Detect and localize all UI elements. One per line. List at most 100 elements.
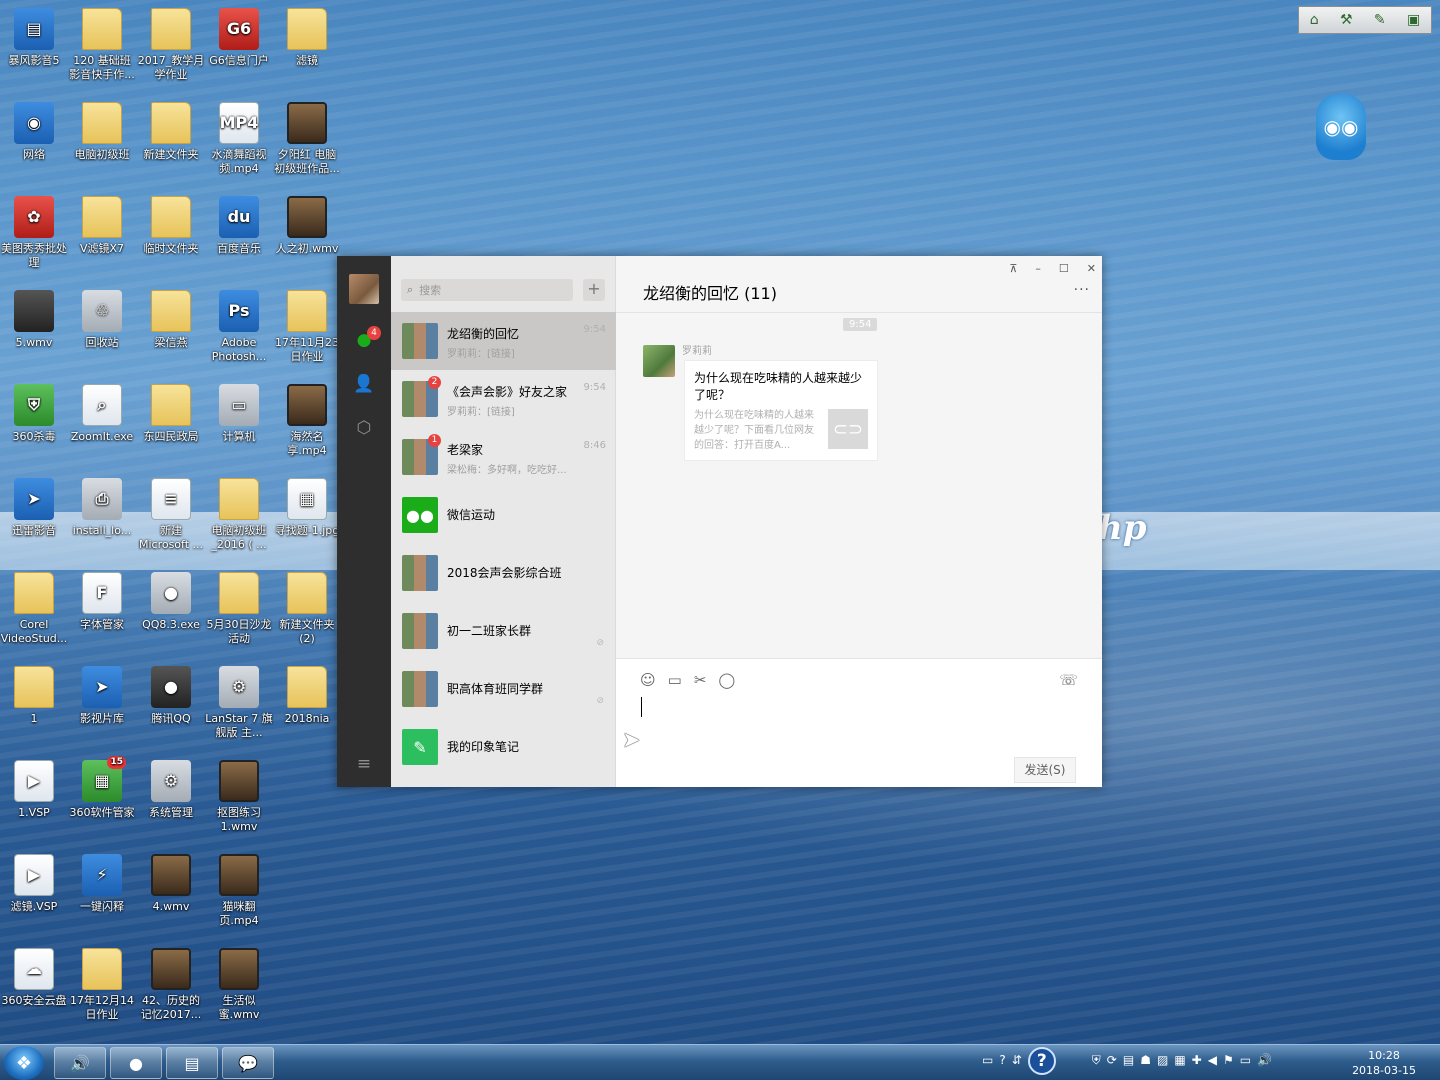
pencil-icon[interactable]: ✎ [1374, 12, 1386, 28]
message-input-area[interactable]: ☺ ▭ ✂ ◯ ☏ 发送(S) [616, 658, 1102, 787]
desktop-icon[interactable]: 120 基础班影音快手作... [68, 4, 136, 82]
tray-icon[interactable]: ⇵ [1012, 1053, 1022, 1075]
desktop-icon[interactable]: 17年12月14日作业 [68, 944, 136, 1022]
desktop-icon[interactable]: 5月30日沙龙活动 [205, 568, 273, 646]
desktop-icon[interactable]: V滤镜X7 [68, 192, 136, 256]
tray-icon[interactable]: ▤ [1123, 1053, 1134, 1075]
favorites-icon[interactable]: ⬡ [352, 416, 376, 440]
desktop-icon[interactable]: 4.wmv [137, 850, 205, 914]
tray-icon[interactable]: ▦ [1174, 1053, 1185, 1075]
my-avatar[interactable] [349, 274, 379, 304]
conversation-item[interactable]: ✎ 我的印象笔记 [391, 718, 616, 776]
taskbar-wechat-app[interactable]: 💬 [222, 1047, 274, 1079]
desktop-icon[interactable]: ▭ 计算机 [205, 380, 273, 444]
voice-call-icon[interactable]: ☏ [1059, 671, 1078, 689]
minimize-icon[interactable]: – [1035, 262, 1041, 275]
conversation-item[interactable]: 初一二班家长群 ⊘ [391, 602, 616, 660]
taskbar-explorer-app[interactable]: ▤ [166, 1047, 218, 1079]
desktop-icon[interactable]: ◉ 网络 [0, 98, 68, 162]
more-icon[interactable]: ··· [1074, 282, 1090, 298]
chat-history-icon[interactable]: ◯ [718, 671, 735, 689]
conversation-item[interactable]: 1 老梁家 8:46 梁松梅：多好啊，吃吃好... [391, 428, 616, 486]
contacts-icon[interactable]: 👤 [352, 372, 376, 396]
tray-icon[interactable]: ▭ [982, 1053, 993, 1075]
taskbar-recorder-app[interactable]: ● [110, 1047, 162, 1079]
add-chat-button[interactable]: + [583, 279, 605, 301]
desktop-icon[interactable]: 猫咪翻页.mp4 [205, 850, 273, 928]
conversation-item[interactable]: ●● 微信运动 [391, 486, 616, 544]
desktop-icon[interactable]: ⚙ 系统管理 [137, 756, 205, 820]
sender-avatar[interactable] [643, 345, 675, 377]
desktop-icon[interactable]: ✿ 美图秀秀批处理 [0, 192, 68, 270]
pin-icon[interactable]: ⊼ [1009, 262, 1017, 275]
desktop-icon[interactable]: ● QQ8.3.exe [137, 568, 205, 632]
volume-icon[interactable]: 🔊 [1257, 1053, 1272, 1075]
desktop-icon[interactable]: 42、历史的记忆2017... [137, 944, 205, 1022]
desktop-icon[interactable]: ▶ 滤镜.VSP [0, 850, 68, 914]
conversation-item[interactable]: 2018会声会影综合班 [391, 544, 616, 602]
assistant-robot-icon[interactable]: ◉◉ [1316, 94, 1366, 160]
desktop-icon[interactable]: MP4 水滴舞蹈视频.mp4 [205, 98, 273, 176]
tray-icon[interactable]: ⛨ [1092, 1053, 1101, 1075]
tray-icon[interactable]: ☗ [1140, 1053, 1151, 1075]
help-icon[interactable]: ? [1027, 1047, 1056, 1075]
desktop-icon[interactable]: ⌕ ZoomIt.exe [68, 380, 136, 444]
desktop-icon[interactable]: ● 腾讯QQ [137, 662, 205, 726]
tray-icon[interactable]: ✚ [1192, 1053, 1202, 1075]
tray-icon[interactable]: ? [999, 1053, 1005, 1075]
desktop-icon[interactable]: ♲ 回收站 [68, 286, 136, 350]
desktop-icon[interactable]: F 字体管家 [68, 568, 136, 632]
desktop-icon[interactable]: 新建文件夹 (2) [273, 568, 341, 646]
desktop-icon[interactable]: 东四民政局 [137, 380, 205, 444]
conversation-item[interactable]: 龙绍衡的回忆 9:54 罗莉莉：[链接] [391, 312, 616, 370]
link-card-message[interactable]: 为什么现在吃味精的人越来越少了呢？ 为什么现在吃味精的人越来越少了呢？下面看几位… [684, 360, 878, 461]
desktop-icon[interactable]: 电脑初级班 [68, 98, 136, 162]
send-button[interactable]: 发送(S) [1014, 757, 1076, 783]
desktop-icon[interactable]: 梁信燕 [137, 286, 205, 350]
desktop-icon[interactable]: ▤ 暴风影音5 [0, 4, 68, 68]
start-button[interactable]: ❖ [4, 1046, 44, 1080]
desktop-icon[interactable]: ▶ 1.VSP [0, 756, 68, 820]
desktop-icon[interactable]: 电脑初级班 _2016 ( ... [205, 474, 273, 552]
desktop-icon[interactable]: ≡ 新建 Microsoft ... [137, 474, 205, 552]
emoji-icon[interactable]: ☺ [640, 671, 656, 689]
search-input[interactable]: ⌕ 搜索 [401, 279, 573, 301]
desktop-icon[interactable]: ⚡ 一键闪释 [68, 850, 136, 914]
tray-icon[interactable]: ⟳ [1107, 1053, 1117, 1075]
desktop-icon[interactable]: 2017_教学月学作业 [137, 4, 205, 82]
screen-icon[interactable]: ▣ [1407, 12, 1420, 28]
tray-icon[interactable]: ▨ [1157, 1053, 1168, 1075]
desktop-icon[interactable]: 2018nia [273, 662, 341, 726]
desktop-icon[interactable]: ☁ 360安全云盘 [0, 944, 68, 1008]
desktop-icon[interactable]: 新建文件夹 [137, 98, 205, 162]
desktop-icon[interactable]: Corel VideoStud... [0, 568, 68, 646]
tray-icon[interactable]: ▭ [1240, 1053, 1251, 1075]
desktop-icon[interactable]: 5.wmv [0, 286, 68, 350]
desktop-icon[interactable]: ▦ 15 360软件管家 [68, 756, 136, 820]
system-clock[interactable]: 10:28 2018-03-15 [1352, 1048, 1416, 1078]
tools-icon[interactable]: ⚒ [1340, 12, 1353, 28]
desktop-icon[interactable]: ⚙ LanStar 7 旗舰版 主... [205, 662, 273, 740]
taskbar-audio-app[interactable]: 🔊 [54, 1047, 106, 1079]
desktop-icon[interactable]: 夕阳红 电脑初级班作品... [273, 98, 341, 176]
tray-icon[interactable]: ⚑ [1223, 1053, 1234, 1075]
home-icon[interactable]: ⌂ [1310, 12, 1319, 28]
conversation-item[interactable]: 2 《会声会影》好友之家 9:54 罗莉莉：[链接] [391, 370, 616, 428]
desktop-icon[interactable]: ➤ 影视片库 [68, 662, 136, 726]
conversation-item[interactable]: 职高体育班同学群 ⊘ [391, 660, 616, 718]
desktop-icon[interactable]: 1 [0, 662, 68, 726]
desktop-icon[interactable]: 抠图练习1.wmv [205, 756, 273, 834]
close-icon[interactable]: ✕ [1087, 262, 1096, 275]
desktop-icon[interactable]: 临时文件夹 [137, 192, 205, 256]
desktop-icon[interactable]: G6 G6信息门户 [205, 4, 273, 68]
desktop-icon[interactable]: 滤镜 [273, 4, 341, 68]
desktop-icon[interactable]: ⛨ 360杀毒 [0, 380, 68, 444]
menu-icon[interactable]: ≡ [352, 752, 376, 776]
desktop-icon[interactable]: du 百度音乐 [205, 192, 273, 256]
desktop-icon[interactable]: 生活似蜜.wmv [205, 944, 273, 1022]
desktop-icon[interactable]: ➤ 迅雷影音 [0, 474, 68, 538]
screenshot-icon[interactable]: ✂ [694, 671, 707, 689]
desktop-icon[interactable]: 人之初.wmv [273, 192, 341, 256]
desktop-icon[interactable]: Ps Adobe Photosh... [205, 286, 273, 364]
desktop-icon[interactable]: ▦ 寻找题-1.jpg [273, 474, 341, 538]
